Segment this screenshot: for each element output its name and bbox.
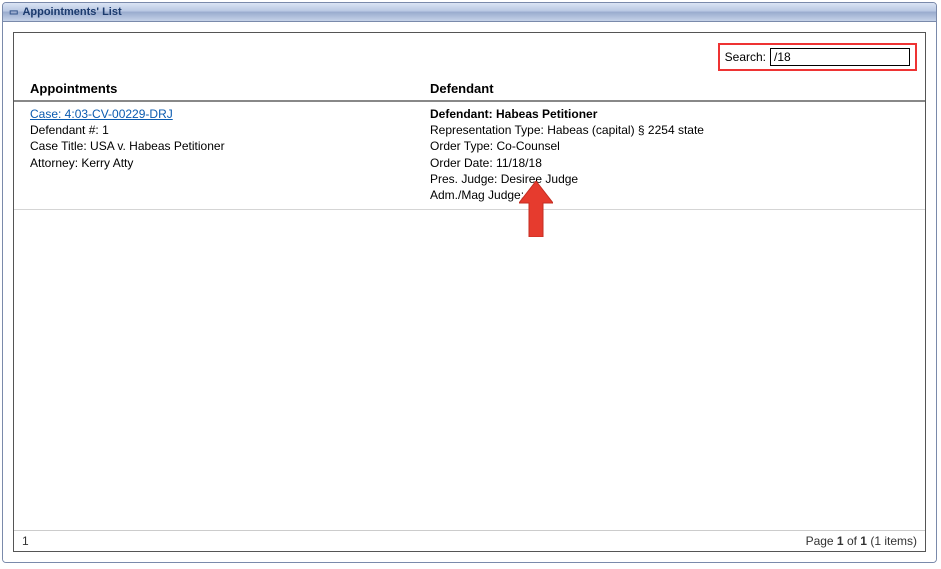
adm-judge-label: Adm./Mag Judge:	[430, 188, 524, 202]
list-box: Search: Appointments Defendant Case: 4:0…	[13, 32, 926, 552]
rep-type-label: Representation Type:	[430, 123, 544, 137]
search-row: Search:	[14, 33, 925, 75]
table-row: Case: 4:03-CV-00229-DRJ Defendant #: 1 C…	[14, 102, 925, 210]
panel-header: ▭ Appointments' List	[3, 3, 936, 22]
table-footer: 1 Page 1 of 1 (1 items)	[14, 530, 925, 551]
page-total: 1	[860, 534, 867, 548]
page-mid: of	[844, 534, 861, 548]
panel-body: Search: Appointments Defendant Case: 4:0…	[3, 22, 936, 562]
pres-judge-value: Desiree Judge	[501, 172, 578, 186]
page-prefix: Page	[806, 534, 837, 548]
case-link[interactable]: Case: 4:03-CV-00229-DRJ	[30, 107, 173, 121]
search-highlight: Search:	[718, 43, 917, 71]
items-suffix: (1 items)	[867, 534, 917, 548]
search-input[interactable]	[770, 48, 910, 66]
search-label: Search:	[725, 50, 766, 64]
page-current: 1	[837, 534, 844, 548]
rep-type-value: Habeas (capital) § 2254 state	[547, 123, 704, 137]
collapse-icon[interactable]: ▭	[9, 7, 18, 18]
case-title-label: Case Title:	[30, 139, 87, 153]
cell-defendant: Defendant: Habeas Petitioner Representat…	[430, 106, 909, 203]
defendant-num-label: Defendant #:	[30, 123, 99, 137]
footer-left: 1	[22, 534, 29, 548]
order-type-value: Co-Counsel	[496, 139, 559, 153]
order-date-label: Order Date:	[430, 156, 493, 170]
case-title-value: USA v. Habeas Petitioner	[90, 139, 225, 153]
defendant-label: Defendant:	[430, 107, 493, 121]
order-date-value: 11/18/18	[496, 156, 542, 170]
table-header: Appointments Defendant	[14, 75, 925, 102]
col-header-defendant: Defendant	[430, 81, 909, 96]
pres-judge-label: Pres. Judge:	[430, 172, 497, 186]
defendant-name: Habeas Petitioner	[496, 107, 597, 121]
appointments-panel: ▭ Appointments' List Search: Appointment…	[2, 2, 937, 563]
order-type-label: Order Type:	[430, 139, 493, 153]
panel-title: Appointments' List	[22, 6, 121, 18]
footer-right: Page 1 of 1 (1 items)	[806, 534, 917, 548]
defendant-num-value: 1	[102, 123, 109, 137]
col-header-appointments: Appointments	[30, 81, 430, 96]
attorney-value: Kerry Atty	[81, 156, 133, 170]
cell-appointments: Case: 4:03-CV-00229-DRJ Defendant #: 1 C…	[30, 106, 430, 203]
attorney-label: Attorney:	[30, 156, 78, 170]
